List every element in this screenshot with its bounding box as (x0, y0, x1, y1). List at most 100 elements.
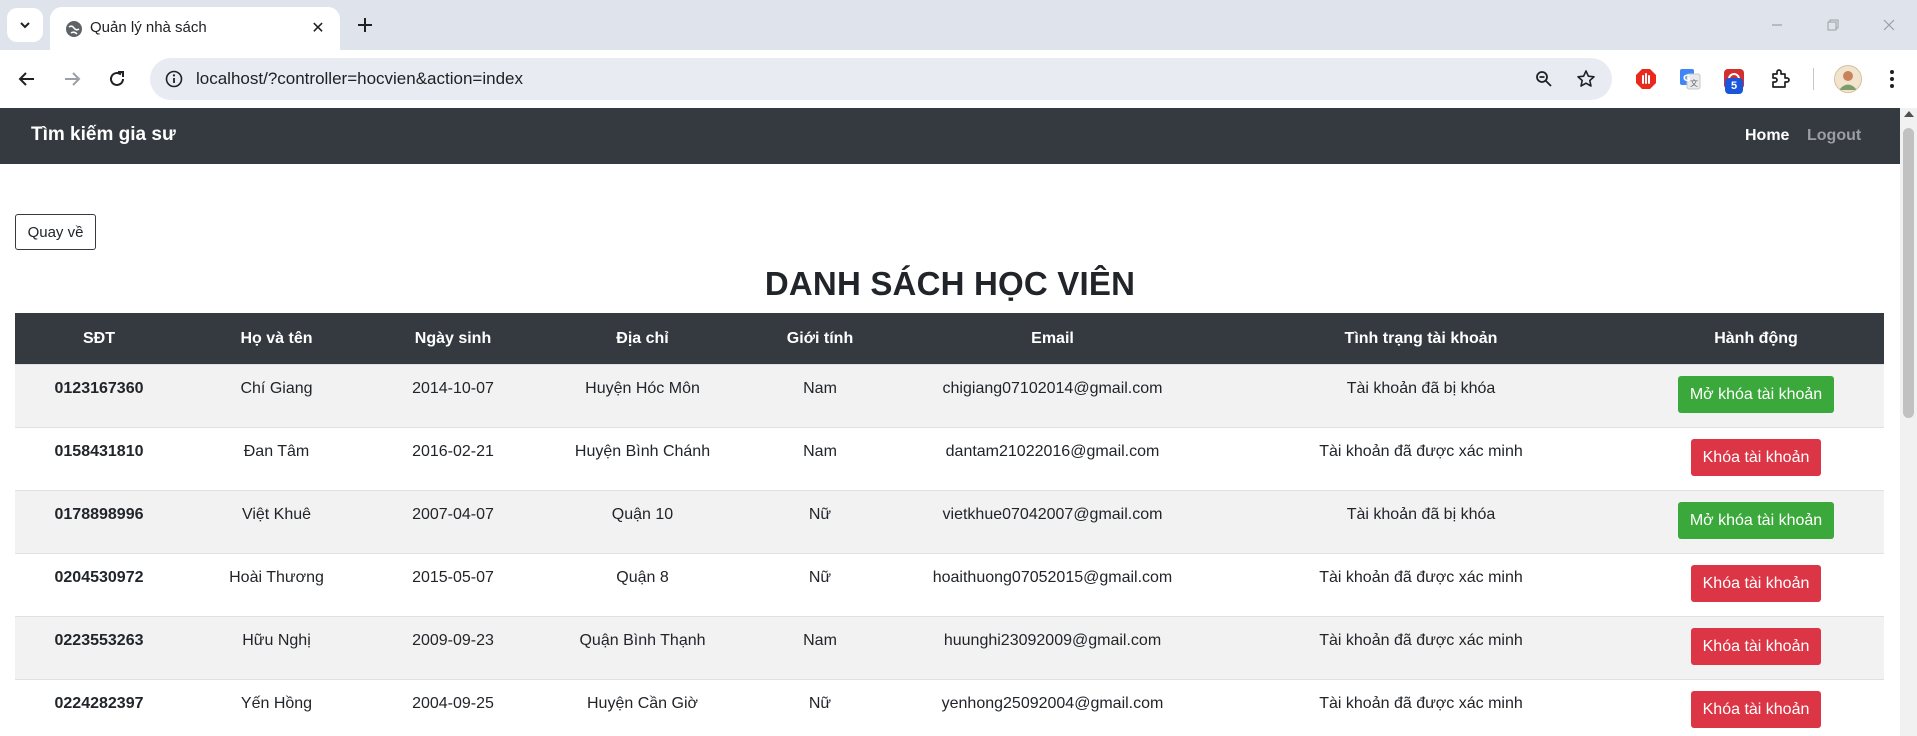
site-info-icon[interactable] (162, 67, 186, 91)
column-header-email: Email (891, 313, 1214, 365)
cell-dob: 2016-02-21 (370, 427, 536, 491)
cell-name: Chí Giang (183, 364, 370, 428)
navbar-brand[interactable]: Tìm kiếm gia sư (31, 124, 176, 146)
extension-badge: 5 (1725, 78, 1743, 94)
table-row: 0223553263 Hữu Nghị 2009-09-23 Quận Bình… (15, 616, 1884, 680)
cell-status: Tài khoản đã bị khóa (1214, 364, 1628, 428)
cell-dob: 2007-04-07 (370, 490, 536, 554)
profile-avatar[interactable] (1834, 65, 1862, 93)
unlock-account-button[interactable]: Mở khóa tài khoản (1677, 502, 1835, 539)
cell-action: Mở khóa tài khoản (1628, 364, 1884, 428)
cell-status: Tài khoản đã được xác minh (1214, 616, 1628, 680)
back-arrow-icon[interactable] (12, 64, 42, 94)
cell-phone: 0178898996 (15, 490, 183, 554)
cell-name: Việt Khuê (183, 490, 370, 554)
globe-icon (66, 21, 82, 37)
table-header-row: SĐT Họ và tên Ngày sinh Địa chỉ Giới tín… (15, 313, 1884, 365)
cell-gender: Nam (749, 616, 891, 680)
browser-tab-active[interactable]: Quản lý nhà sách ✕ (50, 7, 340, 50)
new-tab-icon[interactable] (352, 12, 378, 38)
column-header-name: Họ và tên (183, 313, 370, 365)
extensions-puzzle-icon[interactable] (1766, 65, 1794, 93)
cell-email: yenhong25092004@gmail.com (891, 679, 1214, 736)
nav-link-logout[interactable]: Logout (1807, 127, 1861, 145)
browser-menu-icon[interactable] (1878, 65, 1906, 93)
cell-action: Khóa tài khoản (1628, 616, 1884, 680)
cell-gender: Nữ (749, 679, 891, 736)
top-navbar: Tìm kiếm gia sư Home Logout (0, 108, 1900, 164)
chevron-down-icon (20, 22, 30, 29)
cell-gender: Nữ (749, 553, 891, 617)
cell-name: Yến Hồng (183, 679, 370, 736)
lock-account-button[interactable]: Khóa tài khoản (1690, 565, 1822, 602)
cell-address: Quận 10 (536, 490, 749, 554)
cell-dob: 2004-09-25 (370, 679, 536, 736)
lock-account-button[interactable]: Khóa tài khoản (1690, 691, 1822, 728)
scroll-up-arrow-icon[interactable] (1904, 111, 1914, 117)
tab-title: Quản lý nhà sách (90, 19, 207, 36)
column-header-address: Địa chỉ (536, 313, 749, 365)
table-row: 0204530972 Hoài Thương 2015-05-07 Quận 8… (15, 553, 1884, 617)
tab-search-button[interactable] (7, 8, 43, 42)
student-table: SĐT Họ và tên Ngày sinh Địa chỉ Giới tín… (15, 313, 1884, 736)
adblock-extension-icon[interactable] (1632, 65, 1660, 93)
zoom-icon[interactable] (1532, 67, 1556, 91)
page-title: DANH SÁCH HỌC VIÊN (764, 265, 1136, 302)
avatar-icon (1839, 71, 1857, 90)
table-row: 0123167360 Chí Giang 2014-10-07 Huyện Hó… (15, 364, 1884, 428)
cell-address: Huyện Bình Chánh (536, 427, 749, 491)
lock-account-button[interactable]: Khóa tài khoản (1690, 628, 1822, 665)
cell-phone: 0223553263 (15, 616, 183, 680)
cell-name: Hoài Thương (183, 553, 370, 617)
cell-name: Đan Tâm (183, 427, 370, 491)
cell-phone: 0204530972 (15, 553, 183, 617)
reload-icon[interactable] (102, 64, 132, 94)
minimize-icon[interactable] (1766, 14, 1788, 36)
tab-close-icon[interactable]: ✕ (308, 18, 328, 38)
column-header-status: Tình trạng tài khoản (1214, 313, 1628, 365)
cell-action: Khóa tài khoản (1628, 427, 1884, 491)
cell-action: Khóa tài khoản (1628, 553, 1884, 617)
column-header-dob: Ngày sinh (370, 313, 536, 365)
url-text[interactable]: localhost/?controller=hocvien&action=ind… (196, 69, 523, 89)
back-button[interactable]: Quay về (15, 214, 96, 250)
browser-tabstrip: Quản lý nhà sách ✕ (0, 0, 1917, 50)
cell-dob: 2014-10-07 (370, 364, 536, 428)
vertical-scrollbar[interactable] (1900, 108, 1917, 736)
cell-address: Quận 8 (536, 553, 749, 617)
table-row: 0178898996 Việt Khuê 2007-04-07 Quận 10 … (15, 490, 1884, 554)
lock-account-button[interactable]: Khóa tài khoản (1690, 439, 1822, 476)
restore-icon[interactable] (1822, 14, 1844, 36)
cell-gender: Nam (749, 427, 891, 491)
forward-arrow-icon[interactable] (57, 64, 87, 94)
column-header-action: Hành động (1628, 313, 1884, 365)
nav-link-home[interactable]: Home (1745, 127, 1789, 145)
svg-text:文: 文 (1690, 78, 1698, 88)
cell-dob: 2015-05-07 (370, 553, 536, 617)
address-bar[interactable]: localhost/?controller=hocvien&action=ind… (150, 58, 1612, 100)
google-translate-icon[interactable]: G文 (1676, 65, 1704, 93)
close-window-icon[interactable] (1878, 14, 1900, 36)
cell-gender: Nữ (749, 490, 891, 554)
bookmark-star-icon[interactable] (1574, 67, 1598, 91)
cell-email: hoaithuong07052015@gmail.com (891, 553, 1214, 617)
cell-gender: Nam (749, 364, 891, 428)
table-row: 0224282397 Yến Hồng 2004-09-25 Huyện Cần… (15, 679, 1884, 736)
table-row: 0158431810 Đan Tâm 2016-02-21 Huyện Bình… (15, 427, 1884, 491)
cell-status: Tài khoản đã được xác minh (1214, 553, 1628, 617)
cell-phone: 0224282397 (15, 679, 183, 736)
cell-email: chigiang07102014@gmail.com (891, 364, 1214, 428)
column-header-gender: Giới tính (749, 313, 891, 365)
cell-status: Tài khoản đã bị khóa (1214, 490, 1628, 554)
cell-dob: 2009-09-23 (370, 616, 536, 680)
cell-status: Tài khoản đã được xác minh (1214, 427, 1628, 491)
cell-phone: 0158431810 (15, 427, 183, 491)
cell-address: Quận Bình Thạnh (536, 616, 749, 680)
cell-phone: 0123167360 (15, 364, 183, 428)
unlock-account-button[interactable]: Mở khóa tài khoản (1677, 376, 1835, 413)
scrollbar-thumb[interactable] (1903, 128, 1914, 418)
page-viewport: Tìm kiếm gia sư Home Logout Quay về DANH… (0, 108, 1917, 736)
column-header-phone: SĐT (15, 313, 183, 365)
cell-action: Mở khóa tài khoản (1628, 490, 1884, 554)
cell-email: vietkhue07042007@gmail.com (891, 490, 1214, 554)
